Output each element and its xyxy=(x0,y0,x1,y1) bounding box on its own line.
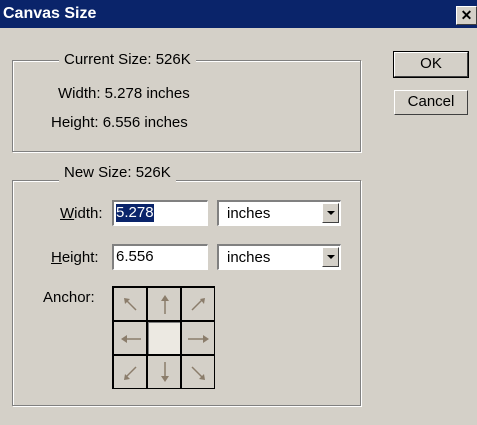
anchor-label: Anchor: xyxy=(43,289,95,306)
anchor-right[interactable] xyxy=(181,321,215,355)
arrow-up-icon xyxy=(161,295,169,314)
dialog-title: Canvas Size xyxy=(3,5,97,22)
current-height-text: Height: 6.556 inches xyxy=(51,114,188,131)
arrow-ne-icon xyxy=(191,298,205,311)
close-icon: ✕ xyxy=(460,7,473,23)
cancel-button[interactable]: Cancel xyxy=(394,90,468,115)
anchor-left[interactable] xyxy=(113,321,147,355)
width-label: Width: xyxy=(60,205,103,222)
canvas-size-dialog: Canvas Size ✕ Current Size: 526K Width: … xyxy=(0,0,477,425)
height-unit-value: inches xyxy=(227,249,271,266)
anchor-top[interactable] xyxy=(147,287,181,321)
width-input[interactable]: 5.278 xyxy=(112,200,208,226)
height-unit-select[interactable]: inches xyxy=(217,244,341,270)
close-button[interactable]: ✕ xyxy=(456,6,477,25)
anchor-grid xyxy=(112,286,215,389)
current-size-group xyxy=(12,60,361,152)
height-input[interactable]: 6.556 xyxy=(112,244,208,270)
arrow-left-icon xyxy=(121,335,141,343)
anchor-bottom-left[interactable] xyxy=(113,355,147,389)
height-label: Height: xyxy=(51,249,99,266)
arrow-nw-icon xyxy=(124,298,137,311)
current-width-text: Width: 5.278 inches xyxy=(58,85,190,102)
height-input-value: 6.556 xyxy=(116,248,154,265)
arrow-down-icon xyxy=(161,362,169,382)
new-size-legend: New Size: 526K xyxy=(59,164,176,182)
chevron-down-icon[interactable] xyxy=(322,203,339,223)
arrow-se-icon xyxy=(191,366,205,380)
arrow-sw-icon xyxy=(124,366,137,380)
anchor-top-right[interactable] xyxy=(181,287,215,321)
width-input-value: 5.278 xyxy=(116,204,154,222)
current-size-legend: Current Size: 526K xyxy=(59,51,196,69)
anchor-bottom-right[interactable] xyxy=(181,355,215,389)
title-bar[interactable]: Canvas Size ✕ xyxy=(0,0,477,28)
anchor-center[interactable] xyxy=(147,321,181,355)
anchor-bottom[interactable] xyxy=(147,355,181,389)
chevron-down-icon[interactable] xyxy=(322,247,339,267)
arrow-right-icon xyxy=(188,335,209,343)
ok-button[interactable]: OK xyxy=(393,51,469,78)
width-unit-value: inches xyxy=(227,205,271,222)
anchor-top-left[interactable] xyxy=(113,287,147,321)
width-unit-select[interactable]: inches xyxy=(217,200,341,226)
